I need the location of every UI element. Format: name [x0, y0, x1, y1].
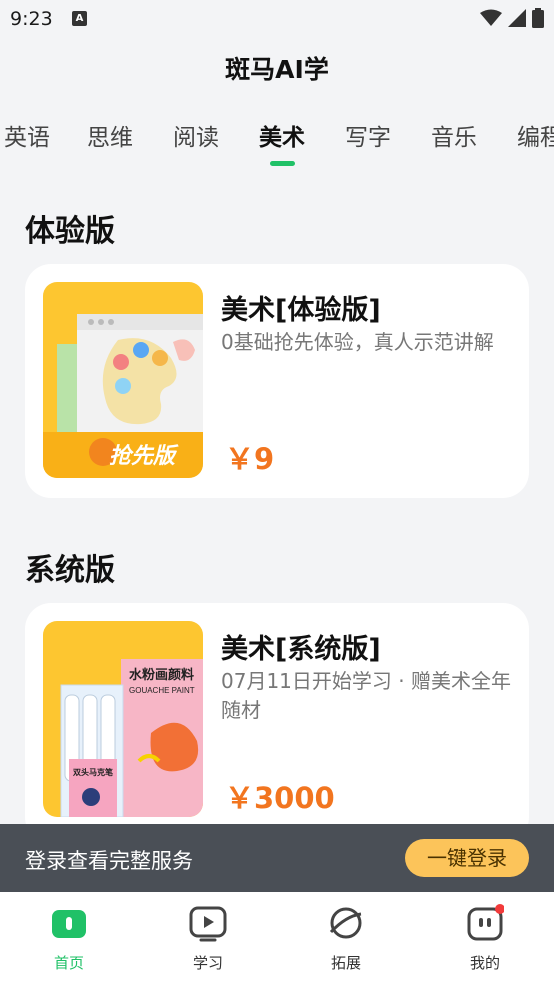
- profile-icon: [467, 904, 505, 941]
- box-label-en: GOUACHE PAINT: [129, 686, 195, 695]
- nav-home-label: 首页: [53, 954, 84, 972]
- status-time: 9:23: [10, 8, 53, 30]
- status-bar: 9:23 A: [0, 0, 554, 38]
- notification-icon: A: [72, 11, 87, 26]
- course-thumbnail-system: 水粉画颜料 GOUACHE PAINT 双头马克笔: [43, 621, 203, 817]
- nav-home[interactable]: 首页: [29, 904, 109, 973]
- course-card-trial[interactable]: 抢先版 美术[体验版] 0基础抢先体验，真人示范讲解 ￥9: [25, 264, 529, 498]
- course-desc-trial: 0基础抢先体验，真人示范讲解: [221, 330, 494, 354]
- marker-label: 双头马克笔: [73, 767, 113, 777]
- planet-icon: [329, 907, 362, 939]
- course-desc-system: 07月11日开始学习 · 赠美术全年随材: [221, 669, 511, 722]
- nav-profile-label: 我的: [469, 954, 500, 972]
- tab-art[interactable]: 美术: [259, 118, 305, 152]
- badge-label: 抢先版: [109, 443, 179, 468]
- active-tab-indicator: [270, 161, 295, 166]
- course-title-trial: 美术[体验版]: [221, 295, 381, 326]
- course-card-system[interactable]: 水粉画颜料 GOUACHE PAINT 双头马克笔 美术[系统版] 07月11日…: [25, 603, 529, 843]
- signal-icon: [508, 9, 526, 27]
- app-title: 斑马AI学: [225, 55, 329, 84]
- box-label-cn: 水粉画颜料: [129, 667, 194, 682]
- art-supplies-illustration: 水粉画颜料 GOUACHE PAINT 双头马克笔: [60, 659, 203, 817]
- tab-english[interactable]: 英语: [4, 118, 50, 152]
- one-click-login-button[interactable]: 一键登录: [405, 839, 529, 877]
- nav-study[interactable]: 学习: [168, 904, 248, 973]
- home-icon: [52, 910, 86, 938]
- course-price-system: ￥3000: [225, 781, 335, 815]
- nav-study-label: 学习: [192, 954, 223, 972]
- course-title-system: 美术[系统版]: [221, 634, 381, 665]
- nav-explore[interactable]: 拓展: [306, 904, 386, 973]
- nav-profile[interactable]: 我的: [445, 904, 525, 973]
- status-icons: [480, 8, 544, 28]
- tab-reading[interactable]: 阅读: [173, 118, 219, 152]
- section-title-system: 系统版: [25, 553, 115, 588]
- battery-icon: [532, 8, 544, 28]
- tab-music[interactable]: 音乐: [431, 118, 477, 152]
- wifi-icon: [480, 9, 502, 26]
- login-prompt: 登录查看完整服务: [25, 849, 193, 873]
- palette-illustration: 抢先版: [43, 314, 203, 478]
- section-title-trial: 体验版: [25, 214, 115, 249]
- login-banner: 登录查看完整服务 一键登录: [0, 824, 554, 892]
- tab-thinking[interactable]: 思维: [87, 118, 133, 152]
- course-thumbnail-trial: 抢先版: [43, 282, 203, 478]
- tab-writing[interactable]: 写字: [345, 118, 391, 152]
- play-icon: [189, 906, 227, 942]
- course-price-trial: ￥9: [225, 442, 275, 476]
- tab-coding[interactable]: 编程: [517, 118, 554, 152]
- bottom-nav: 首页 学习 拓展 我的: [0, 892, 554, 984]
- nav-explore-label: 拓展: [330, 954, 361, 972]
